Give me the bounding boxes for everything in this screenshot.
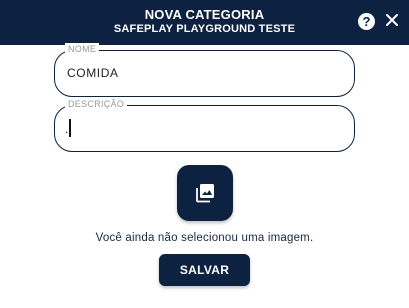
help-icon[interactable]: ?: [358, 13, 375, 30]
save-button[interactable]: SALVAR: [159, 254, 250, 286]
dialog-title: NOVA CATEGORIA: [144, 7, 265, 22]
description-field-label: DESCRIÇÃO: [65, 98, 128, 110]
description-field-value[interactable]: .: [65, 122, 68, 136]
dialog-header: NOVA CATEGORIA SAFEPLAY PLAYGROUND TESTE…: [0, 0, 409, 45]
description-field[interactable]: DESCRIÇÃO .: [54, 98, 355, 152]
name-field-label: NOME: [65, 43, 100, 55]
close-icon[interactable]: [383, 11, 401, 29]
no-image-message: Você ainda não selecionou uma imagem.: [95, 232, 314, 244]
dialog-subtitle: SAFEPLAY PLAYGROUND TESTE: [113, 23, 296, 35]
name-field[interactable]: NOME COMIDA: [54, 43, 355, 97]
select-image-button[interactable]: [177, 165, 233, 221]
name-field-value[interactable]: COMIDA: [67, 66, 119, 80]
text-caret: [69, 119, 71, 137]
image-gallery-icon: [196, 184, 214, 203]
